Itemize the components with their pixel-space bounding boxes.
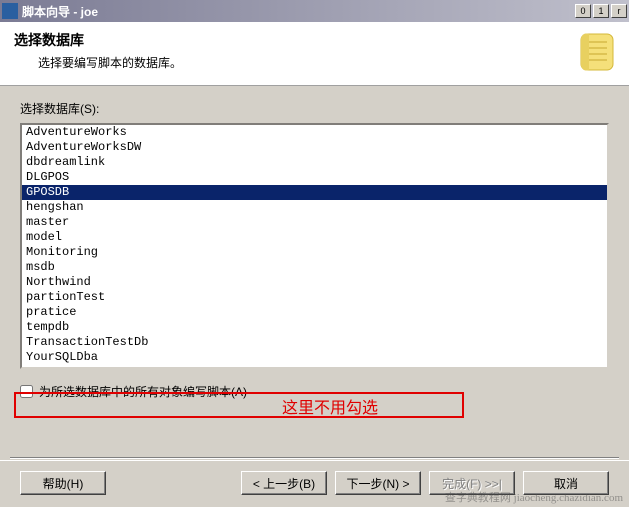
window-controls: 0 1 r xyxy=(575,4,627,18)
list-item[interactable]: AdventureWorks xyxy=(22,125,607,140)
titlebar: 脚本向导 - joe 0 1 r xyxy=(0,0,629,22)
back-button[interactable]: < 上一步(B) xyxy=(241,471,327,495)
list-item[interactable]: DLGPOS xyxy=(22,170,607,185)
script-all-checkbox[interactable] xyxy=(20,385,33,398)
list-item[interactable]: Monitoring xyxy=(22,245,607,260)
divider xyxy=(10,457,619,459)
page-title: 选择数据库 xyxy=(14,30,615,50)
app-icon xyxy=(2,3,18,19)
maximize-button[interactable]: 1 xyxy=(593,4,609,18)
watermark: 查字典教程网 jiaocheng.chazidian.com xyxy=(445,489,623,505)
list-item[interactable]: GPOSDB xyxy=(22,185,607,200)
minimize-button[interactable]: 0 xyxy=(575,4,591,18)
list-item[interactable]: pratice xyxy=(22,305,607,320)
list-item[interactable]: TransactionTestDb xyxy=(22,335,607,350)
list-item[interactable]: dbdreamlink xyxy=(22,155,607,170)
listbox-label: 选择数据库(S): xyxy=(20,100,609,117)
help-button[interactable]: 帮助(H) xyxy=(20,471,106,495)
list-item[interactable]: model xyxy=(22,230,607,245)
scroll-icon xyxy=(573,28,621,76)
wizard-header: 选择数据库 选择要编写脚本的数据库。 xyxy=(0,22,629,86)
page-subtitle: 选择要编写脚本的数据库。 xyxy=(38,54,615,71)
database-listbox[interactable]: AdventureWorksAdventureWorksDWdbdreamlin… xyxy=(20,123,609,369)
list-item[interactable]: AdventureWorksDW xyxy=(22,140,607,155)
annotation-text: 这里不用勾选 xyxy=(282,394,378,418)
script-all-label[interactable]: 为所选数据库中的所有对象编写脚本(A) xyxy=(39,383,247,400)
list-item[interactable]: msdb xyxy=(22,260,607,275)
list-item[interactable]: hengshan xyxy=(22,200,607,215)
content-area: 选择数据库(S): AdventureWorksAdventureWorksDW… xyxy=(0,86,629,408)
list-item[interactable]: partionTest xyxy=(22,290,607,305)
window-title: 脚本向导 - joe xyxy=(22,3,575,20)
list-item[interactable]: master xyxy=(22,215,607,230)
close-button[interactable]: r xyxy=(611,4,627,18)
list-item[interactable]: Northwind xyxy=(22,275,607,290)
next-button[interactable]: 下一步(N) > xyxy=(335,471,421,495)
list-item[interactable]: YourSQLDba xyxy=(22,350,607,365)
list-item[interactable]: tempdb xyxy=(22,320,607,335)
